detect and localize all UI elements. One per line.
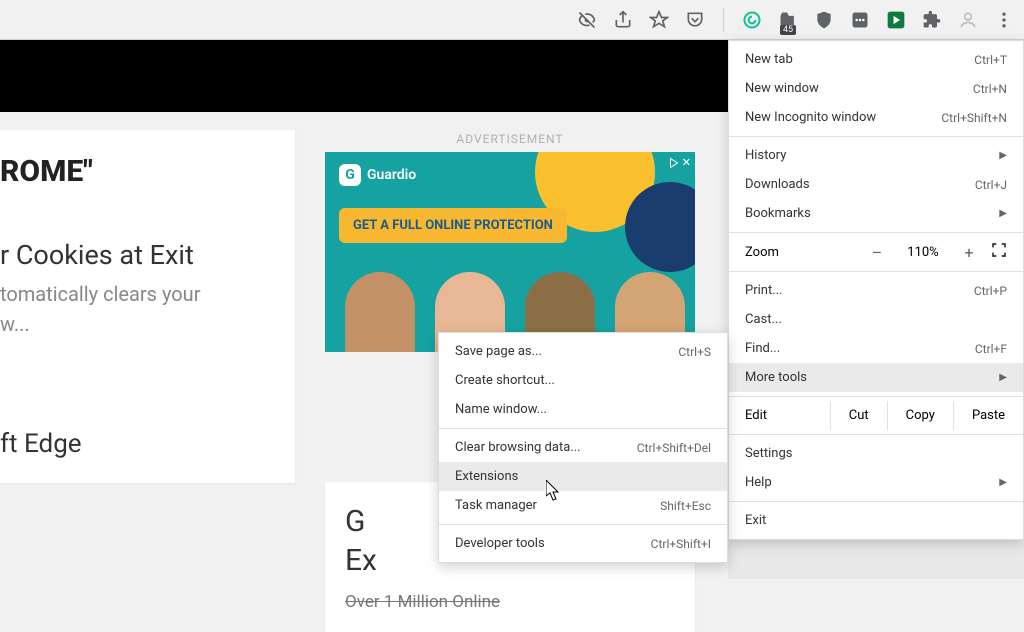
zoom-in-button[interactable]: + <box>955 243 983 262</box>
article-body-line: w... <box>0 309 295 339</box>
left-article-panel: ROME" r Cookies at Exit tomatically clea… <box>0 130 295 483</box>
menu-bookmarks[interactable]: Bookmarks▶ <box>729 199 1023 228</box>
copy-button[interactable]: Copy <box>887 401 953 430</box>
submenu-name-window[interactable]: Name window... <box>439 395 727 424</box>
submenu-extensions[interactable]: Extensions <box>439 462 727 491</box>
grammarly-icon[interactable] <box>740 8 764 32</box>
submenu-task-manager[interactable]: Task managerShift+Esc <box>439 491 727 520</box>
submenu-create-shortcut[interactable]: Create shortcut... <box>439 366 727 395</box>
menu-more-tools[interactable]: More tools▶ <box>729 363 1023 392</box>
menu-dots-icon[interactable] <box>992 8 1016 32</box>
ublock-icon[interactable] <box>812 8 836 32</box>
menu-new-window[interactable]: New windowCtrl+N <box>729 74 1023 103</box>
chevron-right-icon: ▶ <box>999 150 1007 161</box>
star-icon[interactable] <box>647 8 671 32</box>
adchoices-icon[interactable]: ✕ <box>668 156 691 169</box>
ad-cta-button[interactable]: GET A FULL ONLINE PROTECTION <box>339 208 567 243</box>
edit-label: Edit <box>745 401 830 430</box>
ad-creative[interactable]: G Guardio GET A FULL ONLINE PROTECTION ✕ <box>325 152 695 352</box>
eye-off-icon[interactable] <box>575 8 599 32</box>
heading-fragment: ROME" <box>0 154 295 239</box>
share-icon[interactable] <box>611 8 635 32</box>
article-edge-heading: ft Edge <box>0 429 295 459</box>
menu-incognito[interactable]: New Incognito windowCtrl+Shift+N <box>729 103 1023 132</box>
more-tools-submenu: Save page as...Ctrl+S Create shortcut...… <box>438 332 728 563</box>
menu-downloads[interactable]: DownloadsCtrl+J <box>729 170 1023 199</box>
chrome-main-menu: New tabCtrl+T New windowCtrl+N New Incog… <box>728 40 1024 540</box>
extension-icon[interactable]: 45 <box>776 8 800 32</box>
fullscreen-icon[interactable] <box>991 242 1007 262</box>
guardio-icon: G <box>339 164 361 186</box>
zoom-value: 110% <box>899 245 947 260</box>
submenu-dev-tools[interactable]: Developer toolsCtrl+Shift+I <box>439 529 727 558</box>
profile-icon[interactable] <box>956 8 980 32</box>
menu-exit[interactable]: Exit <box>729 506 1023 535</box>
ad-brand: G Guardio <box>339 164 416 186</box>
menu-find[interactable]: Find...Ctrl+F <box>729 334 1023 363</box>
menu-new-tab[interactable]: New tabCtrl+T <box>729 45 1023 74</box>
cursor-icon <box>546 480 562 502</box>
chevron-right-icon: ▶ <box>999 208 1007 219</box>
zoom-out-button[interactable]: – <box>863 243 891 262</box>
article-body-line: tomatically clears your <box>0 279 295 309</box>
extension-square-icon[interactable] <box>848 8 872 32</box>
menu-cast[interactable]: Cast... <box>729 305 1023 334</box>
zoom-label: Zoom <box>745 245 855 260</box>
menu-history[interactable]: History▶ <box>729 141 1023 170</box>
submenu-clear-data[interactable]: Clear browsing data...Ctrl+Shift+Del <box>439 433 727 462</box>
menu-print[interactable]: Print...Ctrl+P <box>729 276 1023 305</box>
ad-label: ADVERTISEMENT <box>325 130 695 152</box>
chevron-right-icon: ▶ <box>999 372 1007 383</box>
play-icon[interactable] <box>884 8 908 32</box>
chevron-right-icon: ▶ <box>999 477 1007 488</box>
menu-edit-row: Edit Cut Copy Paste <box>729 401 1023 430</box>
paste-button[interactable]: Paste <box>953 401 1023 430</box>
advertisement-block: ADVERTISEMENT G Guardio GET A FULL ONLIN… <box>325 130 695 352</box>
menu-settings[interactable]: Settings <box>729 439 1023 468</box>
menu-help[interactable]: Help▶ <box>729 468 1023 497</box>
browser-toolbar: 45 <box>0 0 1024 40</box>
article-subhead: r Cookies at Exit <box>0 239 295 279</box>
puzzle-icon[interactable] <box>920 8 944 32</box>
submenu-save-page[interactable]: Save page as...Ctrl+S <box>439 337 727 366</box>
pocket-icon[interactable] <box>683 8 707 32</box>
badge-count: 45 <box>780 25 796 35</box>
cut-button[interactable]: Cut <box>830 401 887 430</box>
menu-zoom-row: Zoom – 110% + <box>729 237 1023 267</box>
article-subtitle: Over 1 Million Online <box>345 592 675 612</box>
toolbar-separator <box>723 8 724 32</box>
